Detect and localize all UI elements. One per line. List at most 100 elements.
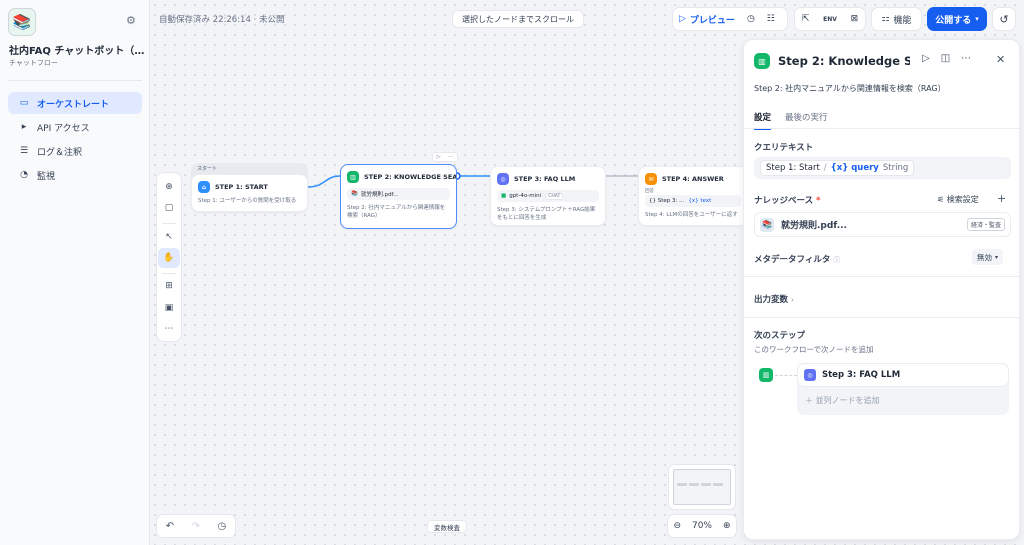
publish-label: 公開する: [935, 15, 972, 26]
node-answer[interactable]: ✉ STEP 4: ANSWER 回答 {} Step 3: ... {x} t…: [638, 166, 748, 226]
sliders-icon: ⚟: [937, 195, 947, 204]
close-icon[interactable]: ✕: [996, 53, 1005, 66]
add-parallel-node-button[interactable]: ＋ 並列ノードを追加: [805, 395, 880, 406]
log-icon: ☰: [19, 146, 29, 156]
preview-button[interactable]: ▷ プレビュー: [673, 8, 741, 30]
sidebar-nav: ▭ オーケストレート ▸ API アクセス ☰ ログ＆注釈 ◔ 監視: [8, 92, 142, 188]
node-mini-toolbar: ▷ ⋯: [432, 152, 458, 162]
sidebar-item-label: 監視: [37, 171, 56, 182]
query-label: クエリテキスト: [754, 143, 814, 153]
book-icon: ▥: [759, 368, 773, 382]
meta-label-text: メタデータフィルタ: [754, 255, 831, 265]
sidebar-item-orchestrate[interactable]: ▭ オーケストレート: [8, 92, 142, 114]
minimap-viewport[interactable]: [673, 469, 731, 505]
variable-inspect-button[interactable]: 変数検査: [427, 520, 467, 533]
node-desc: Step 2: 社内マニュアルから関連情報を検索（RAG）: [347, 205, 446, 220]
sidebar-item-monitor[interactable]: ◔ 監視: [8, 164, 142, 186]
node-knowledge-search[interactable]: ▥ STEP 2: KNOWLEDGE SEARCH 📚 就労規則.pdf...…: [340, 164, 457, 229]
answer-label: 回答: [645, 189, 654, 194]
help-docs-icon[interactable]: ◫: [941, 53, 950, 64]
metadata-filter-select[interactable]: 無効 ▾: [972, 249, 1004, 265]
kb-icon: 📚: [351, 191, 358, 197]
node-desc: Step 3: システムプロンプト＋RAG結果をもとに回答を生成: [497, 207, 596, 222]
zoom-out-icon[interactable]: ⊖: [673, 521, 681, 531]
monitor-icon: ◔: [20, 170, 28, 180]
sidebar-item-label: API アクセス: [37, 123, 90, 134]
book-icon: ▥: [754, 53, 770, 69]
answer-var-chip: {} Step 3: ... {x} text: [645, 195, 741, 207]
run-node-icon[interactable]: ▷: [922, 53, 930, 64]
more-icon[interactable]: ⋯: [158, 320, 180, 339]
kb-label-text: ナレッジベース: [754, 196, 814, 206]
run-history-icon[interactable]: ☷: [761, 8, 781, 30]
answer-icon: ✉: [645, 173, 657, 185]
organize-icon[interactable]: ⊞: [158, 277, 180, 296]
chevron-right-icon: ›: [790, 296, 794, 304]
app-name: 社内FAQ チャットボット（コ…: [9, 46, 145, 57]
run-toolbar: ▷ プレビュー ◷ ☷: [672, 7, 788, 31]
run-node-icon[interactable]: ▷: [437, 154, 441, 160]
sidebar-toggle-icon[interactable]: ⚙: [126, 14, 136, 27]
minimap-node: [677, 483, 687, 486]
publish-button[interactable]: 公開する ▾: [927, 7, 987, 31]
undo-icon[interactable]: ↶: [166, 521, 174, 532]
kb-label: ナレッジベース *: [754, 194, 821, 206]
hand-icon[interactable]: ✋: [158, 248, 180, 268]
features-button[interactable]: ⚏ 機能: [871, 7, 922, 31]
export-image-icon[interactable]: ▣: [158, 298, 180, 317]
sidebar-item-api[interactable]: ▸ API アクセス: [8, 116, 142, 138]
llm-icon: ◎: [804, 369, 816, 381]
node-faq-llm[interactable]: ◎ STEP 3: FAQ LLM ■ gpt-4o-mini CHAT Ste…: [490, 166, 606, 226]
layout-icon: ▭: [19, 98, 29, 108]
add-node-icon[interactable]: ⊕: [158, 177, 180, 196]
pointer-icon[interactable]: ↖: [158, 227, 180, 246]
kb-chip: 📚 就労規則.pdf...: [347, 188, 450, 200]
app-icon[interactable]: 📚: [8, 8, 36, 36]
redo-icon[interactable]: ↷: [192, 521, 200, 532]
retrieval-settings-button[interactable]: ⚟ 検索設定: [937, 194, 979, 205]
add-note-icon[interactable]: ▢: [158, 198, 180, 217]
scroll-to-node-button[interactable]: 選択したノードまでスクロール: [452, 10, 584, 28]
env-toolbar: ⇱ ENV ⊠: [794, 7, 866, 31]
history-icon[interactable]: ◷: [217, 521, 226, 532]
node-start[interactable]: ⌂ STEP 1: START Step 1: ユーザーからの質問を受け取る: [191, 174, 308, 212]
checklist-icon[interactable]: ◷: [741, 8, 761, 30]
divider: [162, 222, 176, 224]
zoom-controls: ⊖ 70% ⊕: [667, 514, 737, 538]
autosave-status: 自動保存済み 22:26:14 · 未公開: [159, 15, 285, 25]
env-variables-icon[interactable]: ENV: [823, 16, 837, 23]
minimap[interactable]: [668, 464, 736, 510]
model-chip: ■ gpt-4o-mini CHAT: [497, 190, 599, 202]
meta-value: 無効: [977, 252, 992, 262]
panel-desc[interactable]: Step 2: 社内マニュアルから関連情報を検索（RAG）: [754, 83, 946, 94]
output-vars-toggle[interactable]: 出力変数 ›: [754, 293, 794, 305]
sidebar-item-logs[interactable]: ☰ ログ＆注釈: [8, 140, 142, 162]
preview-label: プレビュー: [689, 15, 735, 26]
kb-item[interactable]: 📚 就労規則.pdf... 経済・監査: [754, 212, 1011, 237]
openai-icon: ■: [501, 193, 507, 199]
next-step-node-label: Step 3: FAQ LLM: [822, 370, 901, 380]
kb-chip-label: 就労規則.pdf...: [360, 192, 399, 198]
next-step-desc: このワークフローで次ノードを追加: [754, 345, 874, 354]
query-variable-field[interactable]: Step 1: Start / {x} query String: [754, 157, 1011, 179]
minimap-node: [701, 483, 711, 486]
panel-title[interactable]: Step 2: Knowledge Search: [778, 54, 910, 68]
minimap-node: [689, 483, 699, 486]
conversation-variables-icon[interactable]: ⊠: [851, 14, 859, 24]
add-kb-icon[interactable]: +: [997, 192, 1006, 205]
book-icon: ▥: [347, 171, 359, 183]
info-icon: ⓘ: [833, 256, 841, 264]
node-title: STEP 1: START: [215, 183, 268, 191]
next-step-node[interactable]: ◎ Step 3: FAQ LLM: [797, 363, 1009, 387]
more-icon[interactable]: ⋯: [448, 154, 453, 160]
version-history-icon[interactable]: ↺: [992, 7, 1016, 31]
output-label: 出力変数: [754, 295, 789, 305]
zoom-in-icon[interactable]: ⊕: [723, 521, 731, 531]
open-external-icon[interactable]: ⇱: [802, 14, 810, 24]
features-icon: ⚏: [881, 14, 890, 24]
minimap-node: [713, 483, 723, 486]
zoom-level[interactable]: 70%: [692, 521, 712, 531]
answer-var: {x} text: [688, 198, 712, 204]
sidebar: 📚 ⚙ 社内FAQ チャットボット（コ… チャットフロー ▭ オーケストレート …: [0, 0, 150, 545]
more-icon[interactable]: ⋯: [961, 53, 971, 64]
